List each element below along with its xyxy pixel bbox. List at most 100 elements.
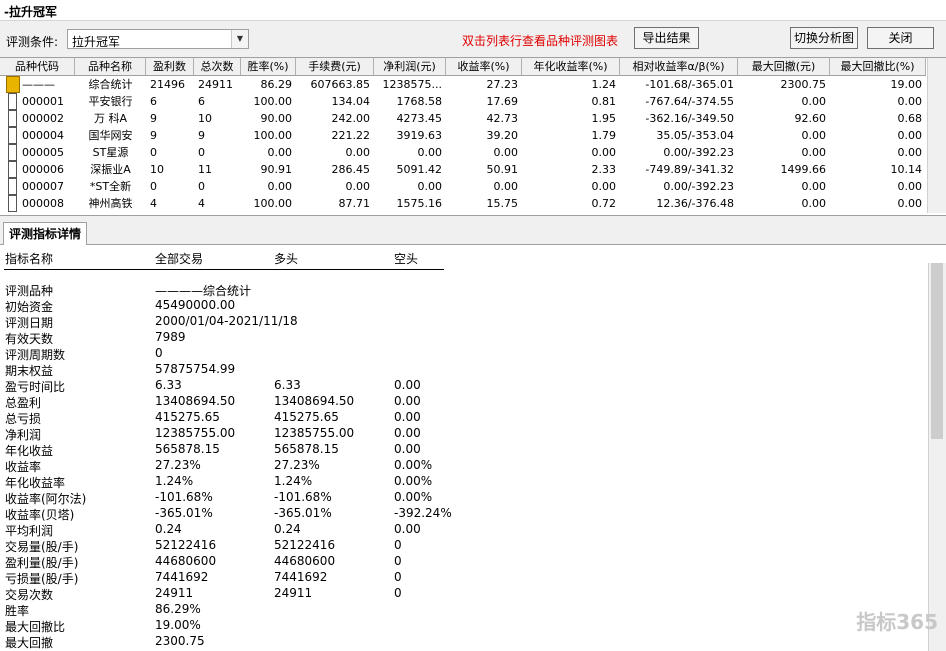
detail-row: 期末权益 57875754.99 bbox=[0, 362, 700, 378]
export-button[interactable]: 导出结果 bbox=[634, 27, 699, 49]
column-header[interactable]: 品种名称 bbox=[75, 58, 146, 75]
table-scrollbar[interactable] bbox=[927, 58, 946, 213]
table-row[interactable]: 000004 国华网安 9 9 100.00 221.22 3919.63 39.20 1.79… bbox=[0, 127, 926, 144]
window-title: -拉升冠军 bbox=[4, 5, 57, 19]
table-cell-ddr: 0.68 bbox=[897, 112, 923, 125]
detail-cell-all: 13408694.50 bbox=[155, 394, 236, 408]
scroll-thumb[interactable] bbox=[931, 263, 943, 439]
table-cell-fee: 607663.85 bbox=[310, 78, 371, 91]
table-row[interactable]: 000007 *ST全新 0 0 0.00 0.00 0.00 0.00 0.00 0.00/-3… bbox=[0, 178, 926, 195]
table-cell-ret: 27.23 bbox=[486, 78, 519, 91]
detail-cell-all: 19.00% bbox=[155, 618, 201, 632]
table-cell-rel: 35.05/-353.04 bbox=[656, 129, 734, 142]
condition-value: 拉升冠军 bbox=[72, 35, 121, 49]
detail-cell-short: 0 bbox=[394, 538, 402, 552]
table-cell-ddr: 0.00 bbox=[897, 129, 923, 142]
document-icon bbox=[8, 127, 17, 144]
table-cell-code: 000008 bbox=[22, 197, 64, 210]
detail-cell-short: 0.00% bbox=[394, 490, 433, 504]
column-header[interactable]: 盈利数 bbox=[146, 58, 194, 75]
detail-cell-all: 57875754.99 bbox=[155, 362, 236, 376]
table-cell-ann: 2.33 bbox=[591, 163, 617, 176]
detail-cell-long: 565878.15 bbox=[274, 442, 339, 456]
close-button[interactable]: 关闭 bbox=[867, 27, 934, 49]
tab-bar: 评测指标详情 bbox=[0, 220, 946, 245]
column-header[interactable]: 相对收益率α/β(%) bbox=[620, 58, 738, 75]
column-header[interactable]: 收益率(%) bbox=[446, 58, 522, 75]
detail-cell-short: -392.24% bbox=[394, 506, 452, 520]
detail-cell-name: 年化收益 bbox=[5, 444, 54, 458]
detail-header-long: 多头 bbox=[274, 252, 299, 266]
detail-cell-long: 415275.65 bbox=[274, 410, 339, 424]
condition-select[interactable]: 拉升冠军 ▼ bbox=[67, 29, 249, 49]
table-cell-fee: 87.71 bbox=[338, 197, 371, 210]
chevron-down-icon[interactable]: ▼ bbox=[231, 30, 248, 48]
detail-cell-all: 12385755.00 bbox=[155, 426, 236, 440]
table-cell-total: 0 bbox=[198, 146, 205, 159]
switch-chart-button[interactable]: 切换分析图 bbox=[790, 27, 858, 49]
table-cell-rel: 0.00/-392.23 bbox=[663, 146, 734, 159]
detail-cell-all: 45490000.00 bbox=[155, 298, 236, 312]
table-cell-rate: 100.00 bbox=[253, 95, 293, 108]
column-header[interactable]: 总次数 bbox=[194, 58, 241, 75]
table-cell-rate: 100.00 bbox=[253, 197, 293, 210]
table-row[interactable]: ——— 综合统计 21496 24911 86.29 607663.85 1238575..… bbox=[0, 76, 926, 93]
table-cell-name: 综合统计 bbox=[88, 78, 133, 91]
table-cell-net: 1575.16 bbox=[396, 197, 443, 210]
detail-cell-name: 交易量(股/手) bbox=[5, 540, 79, 554]
column-header[interactable]: 净利润(元) bbox=[374, 58, 446, 75]
detail-row: 评测品种 ————综合统计 bbox=[0, 282, 700, 298]
detail-cell-long: 44680600 bbox=[274, 554, 336, 568]
table-cell-dd: 2300.75 bbox=[780, 78, 827, 91]
detail-cell-name: 盈利量(股/手) bbox=[5, 556, 79, 570]
tab-detail[interactable]: 评测指标详情 bbox=[3, 222, 88, 245]
detail-cell-name: 评测日期 bbox=[5, 316, 54, 330]
detail-cell-long: 24911 bbox=[274, 586, 313, 600]
detail-cell-all: 415275.65 bbox=[155, 410, 220, 424]
detail-cell-name: 亏损量(股/手) bbox=[5, 572, 79, 586]
column-header[interactable]: 胜率(%) bbox=[241, 58, 296, 75]
table-cell-code: 000005 bbox=[22, 146, 64, 159]
column-header[interactable]: 年化收益率(%) bbox=[522, 58, 620, 75]
column-header[interactable]: 最大回撤比(%) bbox=[830, 58, 926, 75]
table-cell-code: 000007 bbox=[22, 180, 64, 193]
table-cell-ret: 15.75 bbox=[486, 197, 519, 210]
detail-cell-long: 6.33 bbox=[274, 378, 301, 392]
column-header[interactable]: 最大回撤(元) bbox=[738, 58, 830, 75]
table-cell-name: 万 科A bbox=[93, 112, 128, 125]
detail-cell-long: 52122416 bbox=[274, 538, 336, 552]
detail-cell-name: 净利润 bbox=[5, 428, 42, 442]
detail-row: 收益率(贝塔) -365.01% -365.01% -392.24% bbox=[0, 506, 700, 522]
detail-cell-all: ————综合统计 bbox=[155, 284, 252, 298]
table-cell-dd: 0.00 bbox=[801, 180, 827, 193]
table-row[interactable]: 000006 深振业A 10 11 90.91 286.45 5091.42 50.91 2.3… bbox=[0, 161, 926, 178]
table-cell-name: 深振业A bbox=[90, 163, 131, 176]
detail-scrollbar[interactable] bbox=[928, 263, 946, 651]
detail-cell-name: 评测品种 bbox=[5, 284, 54, 298]
detail-cell-long: 7441692 bbox=[274, 570, 328, 584]
table-cell-net: 0.00 bbox=[417, 180, 443, 193]
results-table[interactable]: 品种代码 品种名称 盈利数 总次数 胜率(%) 手续费(元) 净利润(元) 收益率(%) 年化收… bbox=[0, 57, 946, 216]
detail-cell-short: 0.00 bbox=[394, 394, 421, 408]
detail-row: 交易量(股/手) 52122416 52122416 0 bbox=[0, 538, 700, 554]
table-cell-ann: 1.79 bbox=[591, 129, 617, 142]
table-row[interactable]: 000001 平安银行 6 6 100.00 134.04 1768.58 17.69 0.81… bbox=[0, 93, 926, 110]
detail-header-name: 指标名称 bbox=[5, 252, 54, 266]
table-cell-net: 1238575... bbox=[382, 78, 442, 91]
detail-cell-short: 0.00 bbox=[394, 442, 421, 456]
table-cell-net: 4273.45 bbox=[396, 112, 443, 125]
table-cell-total: 11 bbox=[198, 163, 212, 176]
column-header[interactable]: 品种代码 bbox=[0, 58, 75, 75]
table-cell-win: 9 bbox=[150, 129, 157, 142]
table-row[interactable]: 000002 万 科A 9 10 90.00 242.00 4273.45 42.73 1.95… bbox=[0, 110, 926, 127]
table-cell-win: 0 bbox=[150, 146, 157, 159]
table-cell-name: 平安银行 bbox=[88, 95, 133, 108]
detail-row: 评测日期 2000/01/04-2021/11/18 bbox=[0, 314, 700, 330]
detail-cell-all: 7989 bbox=[155, 330, 186, 344]
column-header[interactable]: 手续费(元) bbox=[296, 58, 374, 75]
table-row[interactable]: 000008 神州高铁 4 4 100.00 87.71 1575.16 15.75 0.72 1… bbox=[0, 195, 926, 212]
detail-cell-name: 总亏损 bbox=[5, 412, 42, 426]
detail-panel: 指标名称 全部交易 多头 空头 评测品种 ————综合统计 初始资金 45490000… bbox=[0, 245, 946, 651]
detail-cell-all: 27.23% bbox=[155, 458, 201, 472]
table-row[interactable]: 000005 ST星源 0 0 0.00 0.00 0.00 0.00 0.00 0.00/-39… bbox=[0, 144, 926, 161]
